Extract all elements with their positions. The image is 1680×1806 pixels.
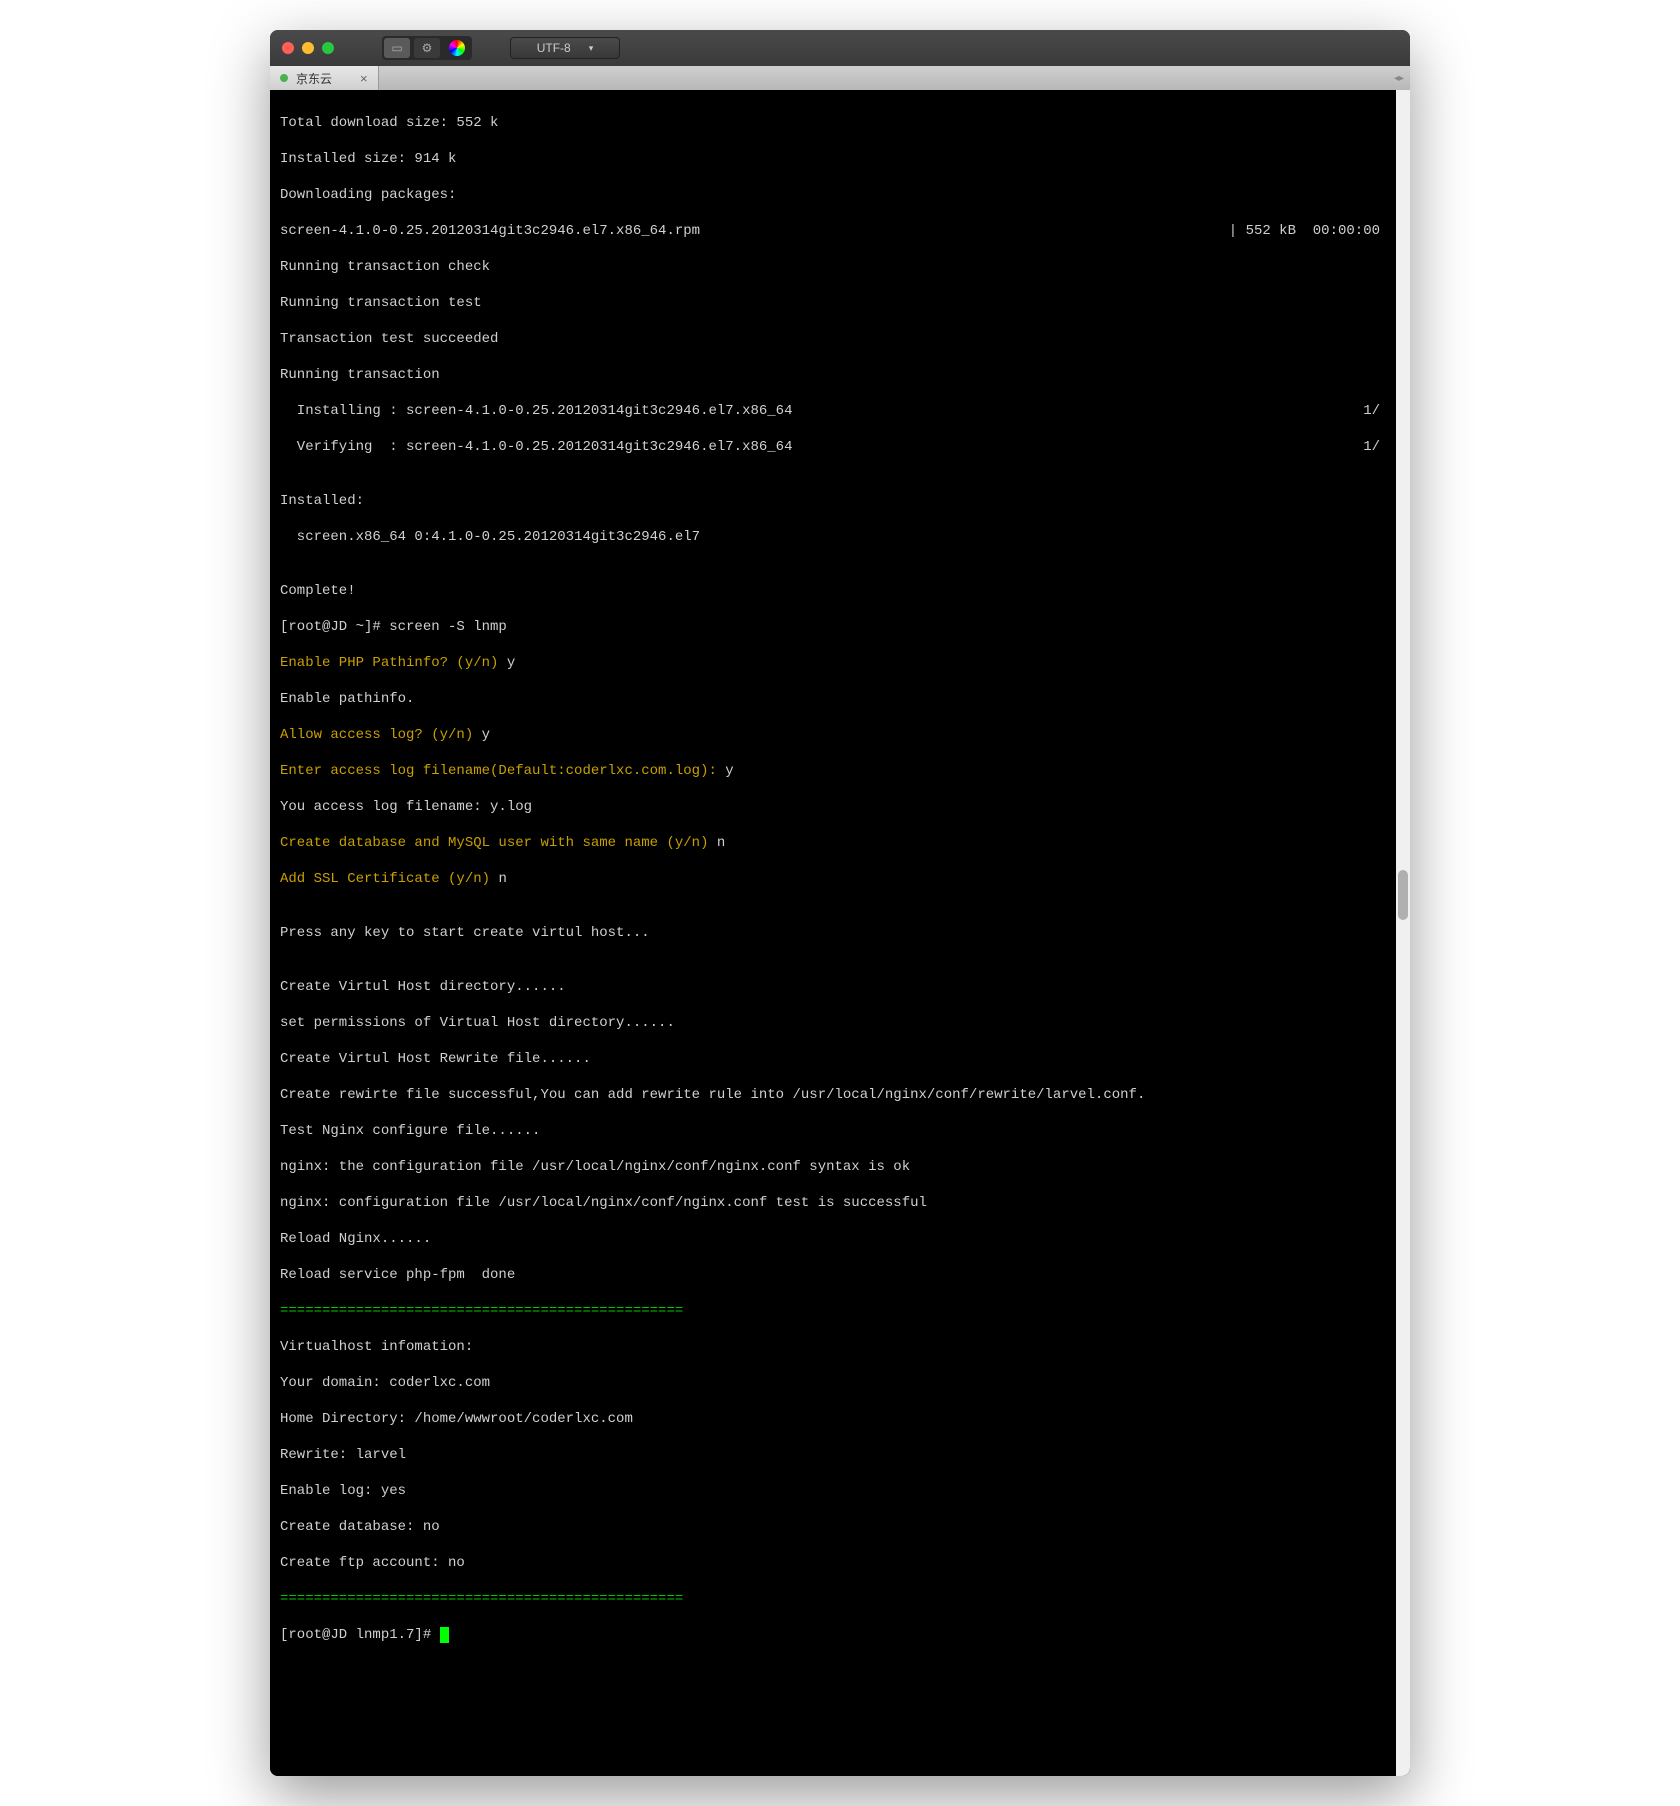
cursor-icon [440, 1627, 449, 1643]
prompt-question: Create database and MySQL user with same… [280, 834, 1400, 852]
connection-status-icon [280, 74, 288, 82]
output-line: Running transaction [280, 366, 1400, 384]
output-line: screen.x86_64 0:4.1.0-0.25.20120314git3c… [280, 528, 1400, 546]
terminal-window: ▭ ⚙ UTF-8 京东云 × ◂▸ Total download size: … [270, 30, 1410, 1776]
traffic-lights [282, 42, 334, 54]
output-line: Downloading packages: [280, 186, 1400, 204]
separator-line: ========================================… [280, 1302, 1400, 1320]
output-line: Virtualhost infomation: [280, 1338, 1400, 1356]
fullscreen-icon[interactable] [322, 42, 334, 54]
output-line: Create Virtul Host directory...... [280, 978, 1400, 996]
toolbar-view-group: ▭ ⚙ [382, 36, 472, 60]
output-line: nginx: configuration file /usr/local/ngi… [280, 1194, 1400, 1212]
output-line: Complete! [280, 582, 1400, 600]
output-line: Test Nginx configure file...... [280, 1122, 1400, 1140]
output-line: You access log filename: y.log [280, 798, 1400, 816]
output-line: Create Virtul Host Rewrite file...... [280, 1050, 1400, 1068]
output-line: Press any key to start create virtul hos… [280, 924, 1400, 942]
output-line: Create ftp account: no [280, 1554, 1400, 1572]
output-line: Reload service php-fpm done [280, 1266, 1400, 1284]
prompt-line: [root@JD lnmp1.7]# [280, 1626, 1400, 1644]
output-line: Installed size: 914 k [280, 150, 1400, 168]
output-line: Enable log: yes [280, 1482, 1400, 1500]
close-icon[interactable] [282, 42, 294, 54]
output-line: Installed: [280, 492, 1400, 510]
output-line: Installing : screen-4.1.0-0.25.20120314g… [280, 402, 1400, 420]
tabbar-expand[interactable]: ◂▸ [1394, 66, 1410, 90]
output-line: Your domain: coderlxc.com [280, 1374, 1400, 1392]
prompt-question: Add SSL Certificate (y/n) n [280, 870, 1400, 888]
output-line: Running transaction test [280, 294, 1400, 312]
gear-icon[interactable]: ⚙ [414, 38, 440, 58]
tabbar: 京东云 × ◂▸ [270, 66, 1410, 90]
output-line: Running transaction check [280, 258, 1400, 276]
output-line: Create database: no [280, 1518, 1400, 1536]
terminal-content[interactable]: Total download size: 552 k Installed siz… [270, 90, 1410, 1776]
output-line: nginx: the configuration file /usr/local… [280, 1158, 1400, 1176]
prompt-question: Enable PHP Pathinfo? (y/n) y [280, 654, 1400, 672]
output-line: Enable pathinfo. [280, 690, 1400, 708]
prompt-line: [root@JD ~]# screen -S lnmp [280, 618, 1400, 636]
output-line: screen-4.1.0-0.25.20120314git3c2946.el7.… [280, 222, 1400, 240]
output-line: Transaction test succeeded [280, 330, 1400, 348]
prompt-question: Enter access log filename(Default:coderl… [280, 762, 1400, 780]
separator-line: ========================================… [280, 1590, 1400, 1608]
titlebar: ▭ ⚙ UTF-8 [270, 30, 1410, 66]
tab-label: 京东云 [296, 70, 332, 87]
output-line: Total download size: 552 k [280, 114, 1400, 132]
output-line: set permissions of Virtual Host director… [280, 1014, 1400, 1032]
output-line: Create rewirte file successful,You can a… [280, 1086, 1400, 1104]
view-mode-button[interactable]: ▭ [384, 38, 410, 58]
prompt-question: Allow access log? (y/n) y [280, 726, 1400, 744]
encoding-label: UTF-8 [537, 41, 571, 55]
output-line: Rewrite: larvel [280, 1446, 1400, 1464]
minimize-icon[interactable] [302, 42, 314, 54]
output-line: Verifying : screen-4.1.0-0.25.20120314gi… [280, 438, 1400, 456]
scrollbar[interactable] [1396, 90, 1410, 1776]
output-line: Reload Nginx...... [280, 1230, 1400, 1248]
output-line: Home Directory: /home/wwwroot/coderlxc.c… [280, 1410, 1400, 1428]
tab-jdcloud[interactable]: 京东云 × [270, 66, 379, 90]
close-icon[interactable]: × [360, 71, 368, 86]
encoding-select[interactable]: UTF-8 [510, 37, 620, 59]
color-icon[interactable] [449, 40, 465, 56]
scrollbar-thumb[interactable] [1398, 870, 1408, 920]
